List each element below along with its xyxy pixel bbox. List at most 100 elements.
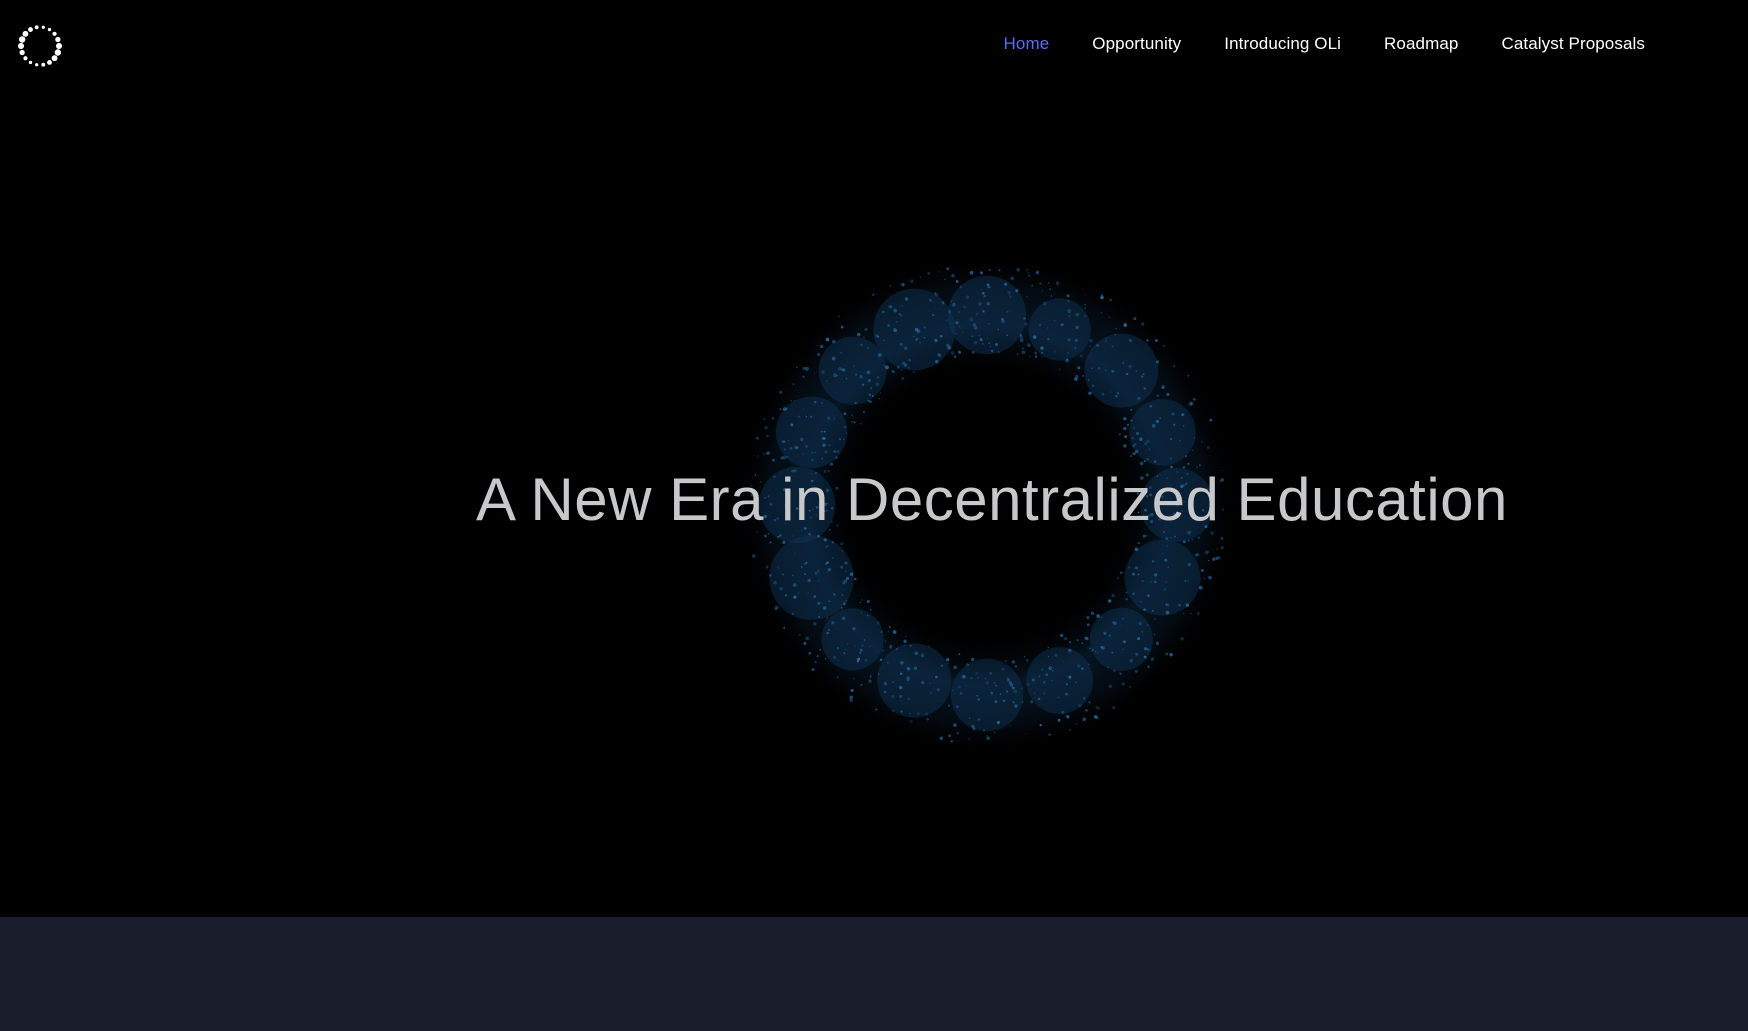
ring-particle [821,370,825,374]
ring-particle [1021,350,1026,355]
ring-particle [871,395,874,397]
ring-particle [1163,588,1167,591]
ring-particle [813,622,817,626]
ring-particle [1174,535,1176,538]
logo-dot [47,27,52,32]
ring-particle [1085,709,1088,712]
ring-particle [869,387,873,390]
site-header: Home Opportunity Introducing OLi Roadmap… [0,0,1748,92]
ring-particle [1033,334,1036,337]
ring-particle [790,423,794,427]
ring-particle [838,366,842,371]
ring-particle [1053,319,1056,322]
ring-particle [787,440,790,442]
hero-section: Home Opportunity Introducing OLi Roadmap… [0,0,1748,917]
ring-particle [1122,362,1125,364]
ring-particle [1151,609,1154,612]
ring-particle [1066,294,1070,298]
ring-particle [1065,358,1069,363]
ring-particle [1074,347,1077,349]
ring-particle [835,374,838,377]
ring-particle [882,310,885,314]
ring-particle [822,443,826,447]
logo-dot [54,49,62,56]
ring-particle [1076,639,1079,642]
ring-particle [1137,396,1141,400]
ring-particle [1060,323,1064,327]
nav-item-opportunity[interactable]: Opportunity [1092,34,1181,54]
ring-particle [1184,580,1187,582]
logo-dot [51,55,58,62]
ring-particle [889,646,892,649]
ring-particle [1165,603,1168,606]
ring-particle [861,644,864,647]
ring-particle [834,456,838,460]
ring-particle [1143,387,1146,390]
ring-particle [1067,299,1070,302]
ring-particle [1187,539,1190,542]
ring-particle [811,458,814,462]
ring-particle [824,658,827,660]
ring-particle [1183,612,1185,615]
ring-particle [840,351,843,354]
ring-particle [891,694,895,699]
ring-particle [957,311,960,313]
ring-particle [1089,647,1091,650]
ring-particle [864,327,868,332]
ring-particle [1155,641,1160,646]
ring-particle [1075,723,1078,726]
nav-item-introducing-oli[interactable]: Introducing OLi [1224,34,1341,54]
ring-particle [825,619,827,622]
ring-particle [928,309,931,312]
ring-particle [1085,636,1089,641]
ring-particle [971,335,974,338]
ring-particle [977,718,980,721]
ring-particle [827,568,832,572]
ring-particle [901,376,905,380]
ring-cluster [950,658,1024,732]
ring-particle [1147,665,1150,669]
ring-particle [950,351,955,355]
ring-particle [974,326,978,330]
ring-particle [1128,339,1132,342]
ring-particle [945,319,948,322]
ring-particle [780,456,784,460]
ring-particle [1140,601,1142,603]
ring-particle [1008,724,1011,727]
ring-particle [988,323,990,325]
ring-particle [861,599,863,601]
ring-particle [1023,317,1026,320]
nav-item-home[interactable]: Home [1004,34,1050,54]
ring-particle [853,365,855,367]
ring-particle [934,292,937,295]
ring-particle [853,577,857,581]
ring-particle [1069,729,1071,731]
ring-particle [1019,335,1023,340]
ring-particle [913,666,918,670]
ring-particle [985,681,990,685]
ring-particle [826,617,829,620]
ring-particle [1058,368,1061,371]
ring-particle [792,583,797,587]
ring-particle [1094,650,1097,653]
logo-dotted-ring-icon[interactable] [16,22,64,70]
nav-item-catalyst-proposals[interactable]: Catalyst Proposals [1501,34,1645,54]
ring-particle [861,612,863,614]
ring-particle [1155,419,1160,424]
ring-particle [1115,395,1118,398]
hero-title: A New Era in Decentralized Education [476,466,1508,533]
ring-particle [927,272,931,275]
ring-particle [899,342,903,346]
nav-item-roadmap[interactable]: Roadmap [1384,34,1458,54]
logo-dot [55,42,63,50]
ring-particle [906,676,910,680]
ring-particle [826,561,829,564]
ring-particle [1014,664,1018,668]
ring-particle [883,364,885,367]
ring-particle [935,359,939,364]
ring-particle [995,685,997,687]
ring-particle [1013,689,1018,693]
ring-particle [1039,282,1042,285]
ring-particle [1105,337,1108,340]
ring-particle [1146,624,1149,627]
